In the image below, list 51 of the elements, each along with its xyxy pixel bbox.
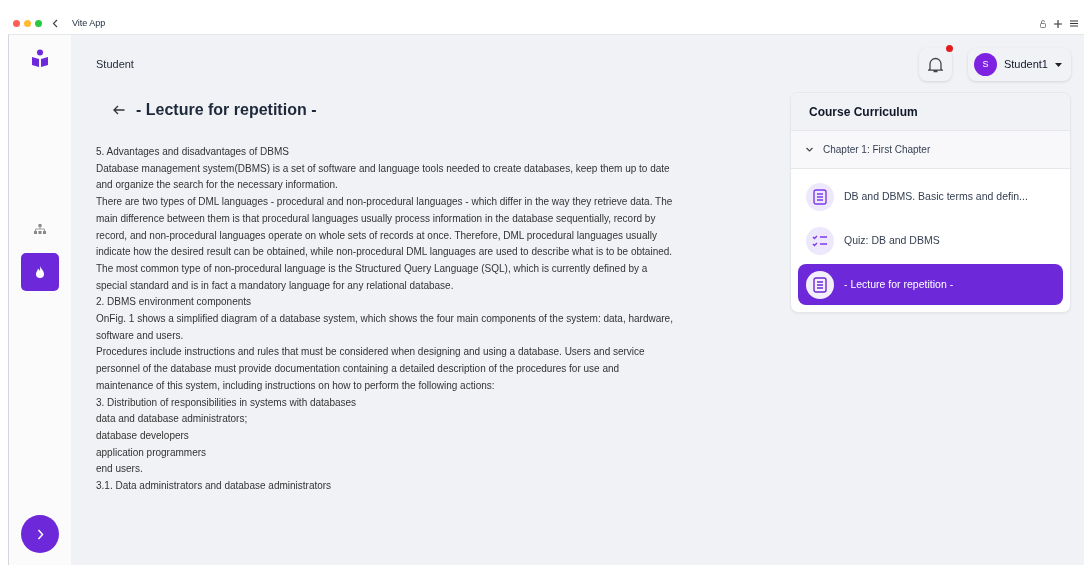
caret-down-icon (1055, 62, 1062, 67)
curriculum-item-title: DB and DBMS. Basic terms and defin... (844, 188, 1028, 204)
window-title: Vite App (72, 16, 106, 30)
reading-person-icon[interactable] (31, 49, 49, 67)
lesson-text-line: software and users. (96, 328, 185, 343)
bell-icon (927, 56, 943, 73)
lesson-text-line: 3.1. Data administrators and database administrators (96, 479, 333, 494)
user-menu-button[interactable]: S Student1 (967, 48, 1071, 81)
chevron-right-icon (36, 528, 44, 540)
lesson-text-line: end users. (96, 462, 144, 477)
chapter-header[interactable]: Chapter 1: First Chapter (791, 131, 1070, 169)
lesson-text-line: and organize the search for the necessary information. (96, 178, 339, 193)
lesson-text-line: personnel of the database must provide documentation containing a detailed description of the procedures for use and (96, 362, 621, 377)
user-avatar: S (973, 53, 997, 76)
lesson-text-line: 2. DBMS environment components (96, 295, 253, 310)
notifications-button[interactable] (918, 48, 952, 81)
chevron-icon (806, 147, 813, 152)
menu-icon[interactable] (1070, 20, 1078, 27)
lesson-text-line: database developers (96, 428, 190, 443)
lesson-text-line: Database management system(DBMS) is a set of software and language tools needed to create databases, keep them up to date (96, 161, 671, 176)
curriculum-item-title: Quiz: DB and DBMS (844, 232, 940, 248)
lesson-text-line: 3. Distribution of responsibilities in systems with databases (96, 395, 358, 410)
lesson-text-line: There are two types of DML languages - procedural and non-procedural languages - which differ in the way they retrieve data. The (96, 195, 674, 210)
flame-icon (35, 265, 45, 279)
sidebar-nav-item[interactable] (21, 253, 59, 291)
back-arrow-icon[interactable] (113, 105, 125, 115)
lesson-text-line: 5. Advantages and disadvantages of DBMS (96, 145, 290, 159)
checklist-icon (812, 233, 828, 248)
lock-icon[interactable] (1040, 19, 1046, 28)
lesson-text-line: The most common type of non-procedural language is the Structured Query Language (SQL), which is currently defined by a (96, 261, 649, 276)
lesson-text-line: data and database administrators; (96, 412, 249, 427)
hierarchy-icon (34, 223, 46, 235)
lesson-text-line: Procedures include instructions and rules that must be considered when designing and using a database. Users and service (96, 345, 646, 360)
lesson-text-line: maintenance of this system, including instructions on how to perform the following actions: (96, 378, 496, 393)
page-section-title: Student (96, 57, 134, 73)
document-icon (813, 188, 827, 205)
expand-sidebar-button[interactable] (21, 515, 59, 553)
user-name: Student1 (1003, 57, 1048, 73)
plus-icon[interactable] (1054, 19, 1062, 28)
lesson-text-line: OnFig. 1 shows a simplified diagram of a database system, which shows the four main components of the system: data, hardware, (96, 312, 674, 327)
lesson-text-line: application programmers (96, 445, 208, 460)
lesson-title: - Lecture for repetition - (136, 100, 317, 120)
curriculum-item[interactable]: - Lecture for repetition - (798, 264, 1063, 305)
curriculum-title: Course Curriculum (809, 103, 918, 121)
lesson-text-line: special standard and is in fact a mandatory language for any relational database. (96, 278, 455, 293)
lesson-text-line: main difference between them is that procedural languages usually process information in the database sequentially, record by (96, 211, 657, 226)
document-icon (813, 276, 827, 293)
curriculum-item-title: - Lecture for repetition - (844, 276, 954, 292)
lesson-text-line: indicate how the desired result can be obtained, while non-procedural DML languages are used to describe what is to be obtained. (96, 245, 674, 260)
lesson-text-line: record, and non-procedural languages operate on whole sets of records at once. Therefore, DML procedural languages usually (96, 228, 658, 243)
back-chevron-icon[interactable] (52, 19, 58, 28)
